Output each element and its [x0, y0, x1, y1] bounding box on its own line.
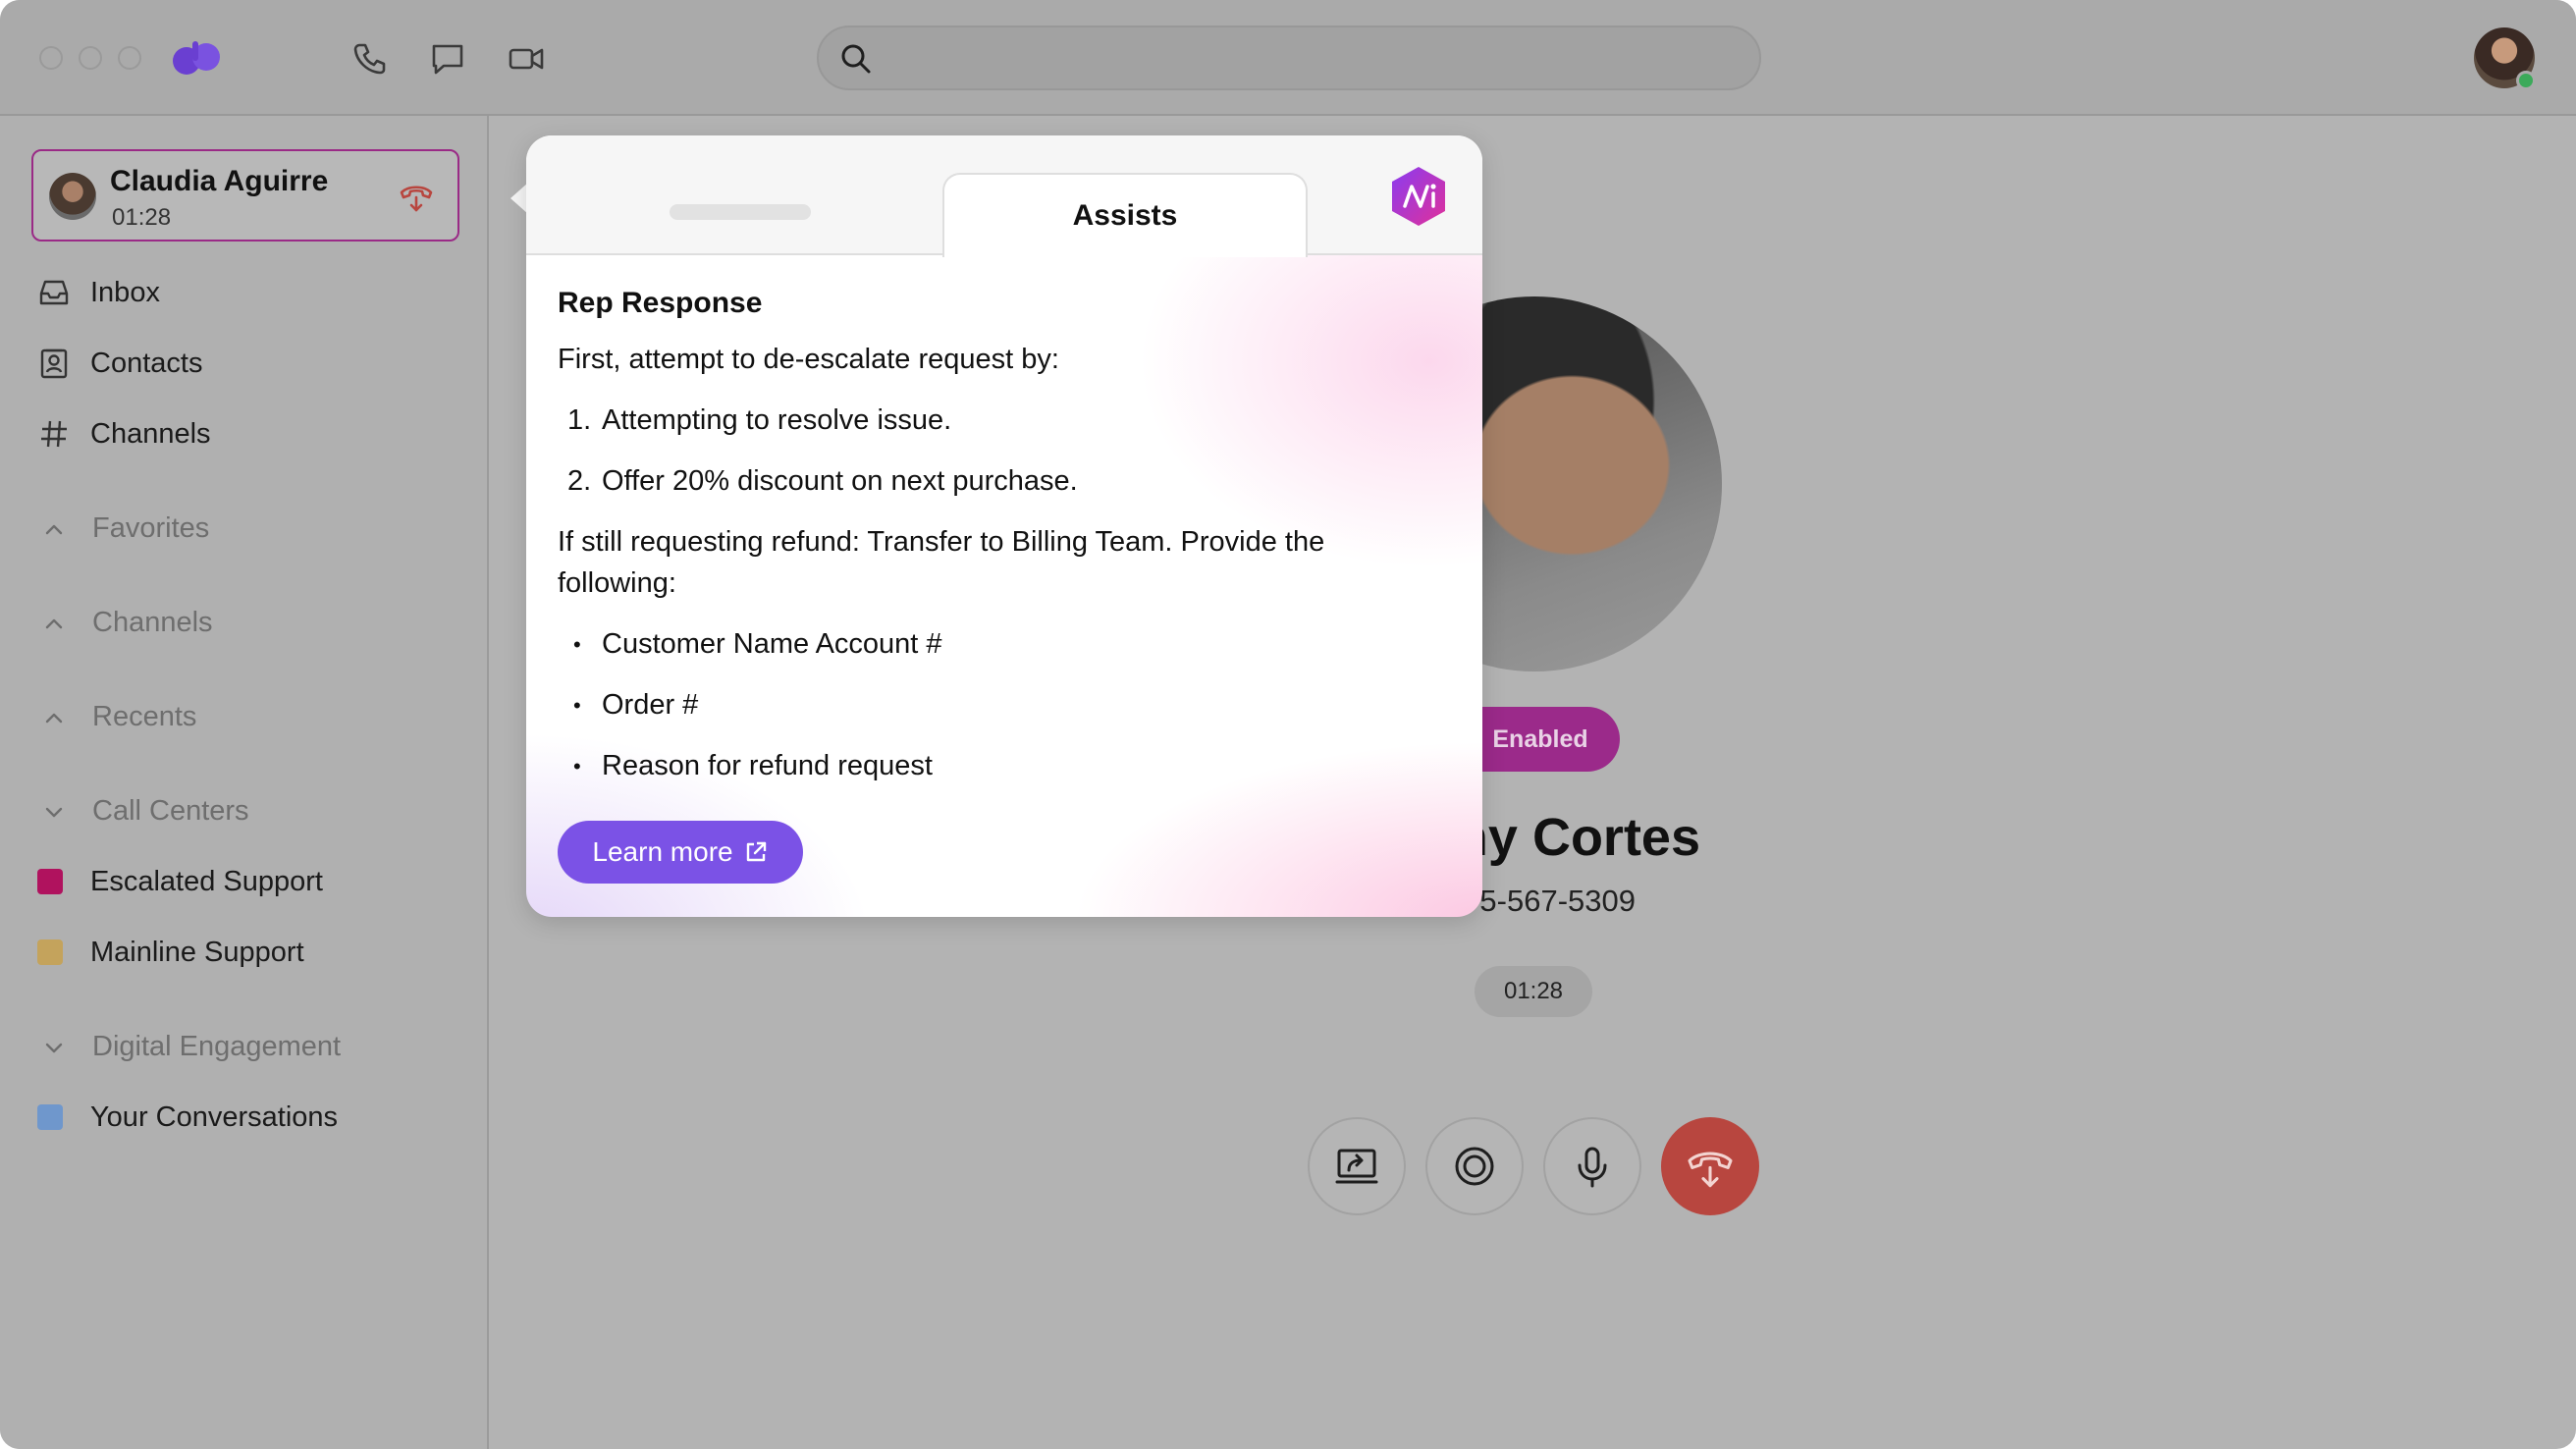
section-recents[interactable]: Recents: [39, 701, 196, 733]
chevron-up-icon: [45, 618, 63, 628]
zoom-window-button[interactable]: [118, 46, 141, 70]
chevron-down-icon: [45, 1043, 63, 1052]
learn-more-button[interactable]: Learn more: [558, 821, 803, 884]
sidebar-item-channels[interactable]: Channels: [37, 414, 211, 454]
section-digital-engagement[interactable]: Digital Engagement: [39, 1031, 341, 1063]
color-swatch: [37, 1104, 63, 1130]
step-number: 1.: [567, 404, 592, 436]
chevron-up-icon: [45, 524, 63, 534]
refund-instruction-cont: following:: [558, 567, 676, 599]
sidebar-item-mainline-support[interactable]: Mainline Support: [37, 933, 304, 972]
sidebar-item-label: Contacts: [90, 347, 203, 379]
external-link-icon: [746, 841, 766, 862]
bullet-dot: •: [573, 754, 581, 778]
sidebar-item-label: Channels: [90, 417, 211, 450]
online-status-dot: [2516, 71, 2536, 90]
section-label: Channels: [92, 607, 213, 638]
color-swatch: [37, 869, 63, 894]
app-logo: [173, 41, 220, 75]
sidebar-item-inbox[interactable]: Inbox: [37, 273, 160, 312]
chevron-up-icon: [45, 713, 63, 723]
caller-avatar-small: [49, 173, 96, 220]
contacts-icon: [40, 349, 68, 379]
sidebar-item-label: Mainline Support: [90, 936, 304, 968]
bullet-text: Order #: [602, 689, 699, 721]
assist-popover: Assists Rep Response First, attempt to d…: [526, 135, 1482, 917]
learn-more-label: Learn more: [592, 836, 733, 867]
color-swatch: [37, 939, 63, 965]
ai-assistant-icon[interactable]: [1388, 165, 1449, 228]
bullet-dot: •: [573, 632, 581, 657]
close-window-button[interactable]: [39, 46, 63, 70]
section-call-centers[interactable]: Call Centers: [39, 795, 249, 828]
assist-intro: First, attempt to de-escalate request by…: [558, 344, 1059, 375]
end-call-button[interactable]: [1661, 1117, 1759, 1215]
bullet-dot: •: [573, 693, 581, 718]
bullet-text: Reason for refund request: [602, 750, 933, 781]
call-timer: 01:28: [1475, 966, 1592, 1017]
sidebar-item-contacts[interactable]: Contacts: [37, 344, 202, 383]
app-window: Claudia Aguirre 01:28 Inbox Contacts Cha…: [0, 0, 2576, 1449]
inbox-icon: [39, 280, 69, 305]
step-text: Offer 20% discount on next purchase.: [602, 465, 1078, 497]
active-call-card[interactable]: Claudia Aguirre 01:28: [31, 149, 459, 242]
hang-up-icon: [1688, 1152, 1733, 1188]
sidebar-item-label: Your Conversations: [90, 1100, 339, 1133]
title-bar: [0, 0, 2576, 116]
bullet-text: Customer Name Account #: [602, 628, 942, 660]
section-channels[interactable]: Channels: [39, 607, 213, 639]
section-label: Favorites: [92, 512, 210, 544]
mute-button[interactable]: [1543, 1117, 1641, 1215]
microphone-icon: [1578, 1147, 1607, 1188]
phone-icon[interactable]: [348, 37, 391, 80]
video-icon[interactable]: [505, 37, 548, 80]
chevron-down-icon: [45, 807, 63, 817]
sidebar-item-escalated-support[interactable]: Escalated Support: [37, 862, 323, 901]
sidebar-item-label: Escalated Support: [90, 865, 323, 897]
search-icon: [841, 44, 871, 74]
section-label: Call Centers: [92, 795, 249, 827]
refund-instruction: If still requesting refund: Transfer to …: [558, 526, 1325, 558]
share-screen-icon: [1335, 1149, 1378, 1184]
active-call-name: Claudia Aguirre: [110, 165, 329, 197]
tab-placeholder[interactable]: [670, 204, 811, 220]
minimize-window-button[interactable]: [79, 46, 102, 70]
chat-icon[interactable]: [426, 37, 469, 80]
section-favorites[interactable]: Favorites: [39, 512, 209, 545]
hash-icon: [41, 420, 67, 448]
sidebar: Claudia Aguirre 01:28 Inbox Contacts Cha…: [0, 116, 489, 1449]
record-button[interactable]: [1425, 1117, 1524, 1215]
step-text: Attempting to resolve issue.: [602, 404, 952, 436]
assist-title: Rep Response: [558, 287, 763, 319]
tab-assists[interactable]: Assists: [942, 173, 1308, 257]
section-label: Recents: [92, 701, 197, 732]
popover-tabs: Assists: [526, 135, 1482, 257]
section-label: Digital Engagement: [92, 1031, 342, 1062]
active-call-duration: 01:28: [112, 204, 172, 231]
share-screen-button[interactable]: [1308, 1117, 1406, 1215]
sidebar-item-label: Inbox: [90, 276, 160, 308]
search-bar[interactable]: [817, 26, 1761, 90]
record-icon: [1455, 1147, 1494, 1186]
sidebar-item-your-conversations[interactable]: Your Conversations: [37, 1098, 338, 1137]
step-number: 2.: [567, 465, 592, 497]
search-input[interactable]: [887, 37, 1736, 80]
badge-label: Enabled: [1492, 724, 1588, 753]
hang-up-icon[interactable]: [397, 177, 436, 216]
